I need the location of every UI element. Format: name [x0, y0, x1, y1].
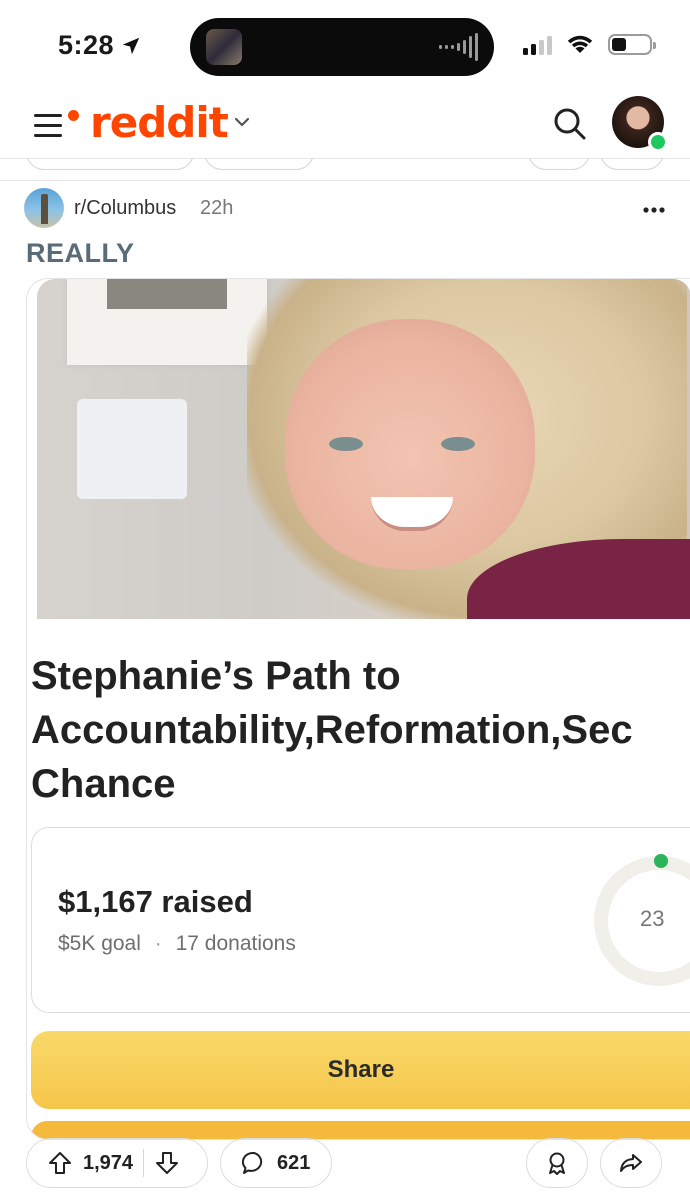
post-header: r/Columbus 22h [24, 186, 666, 230]
more-options-icon[interactable] [642, 190, 666, 221]
progress-percent: 23 [640, 906, 665, 931]
status-bar: 5:28 [0, 0, 690, 90]
goal-and-donations: $5K goal · 17 donations [58, 932, 296, 955]
previous-post-actions [0, 158, 690, 181]
award-button[interactable] [526, 1138, 588, 1188]
audio-waveform-icon [439, 32, 478, 62]
reddit-logo[interactable]: reddit [90, 98, 229, 147]
cellular-signal-icon [523, 35, 552, 55]
battery-icon [608, 34, 656, 55]
share-arrow-icon [618, 1150, 644, 1176]
status-indicators [523, 34, 656, 55]
subreddit-name[interactable]: r/Columbus [74, 197, 176, 220]
comment-count: 621 [277, 1151, 311, 1174]
post-action-bar: 1,974 621 [0, 1138, 690, 1190]
post-age: 22h [200, 197, 234, 219]
upvote-icon[interactable] [47, 1150, 73, 1176]
now-playing-artwork [206, 29, 242, 65]
app-header: reddit [0, 90, 690, 159]
notification-dot [68, 110, 79, 121]
comments-button[interactable]: 621 [220, 1138, 332, 1188]
award-icon [544, 1150, 570, 1176]
status-time: 5:28 [58, 30, 142, 61]
share-post-button[interactable] [600, 1138, 662, 1188]
feed-switcher-chevron-icon[interactable] [234, 112, 250, 133]
progress-ring-indicator [654, 854, 668, 868]
post-title[interactable]: REALLY [26, 238, 135, 269]
comment-icon [241, 1150, 267, 1176]
downvote-icon[interactable] [154, 1150, 180, 1176]
fundraiser-photo [37, 279, 690, 619]
location-arrow-icon [122, 37, 140, 54]
fundraiser-title: Stephanie’s Path to Accountability,Refor… [31, 654, 633, 806]
search-icon[interactable] [552, 106, 588, 142]
upvote-count: 1,974 [83, 1151, 134, 1174]
fundraiser-progress-panel: $1,167 raised $5K goal · 17 donations 23 [31, 827, 690, 1013]
online-status-dot [648, 132, 668, 152]
subreddit-icon[interactable] [24, 188, 64, 228]
share-button[interactable]: Share [31, 1031, 690, 1109]
dynamic-island[interactable] [190, 18, 494, 76]
wifi-icon [567, 35, 593, 53]
vote-pill: 1,974 [26, 1138, 208, 1188]
amount-raised: $1,167 raised [58, 884, 253, 919]
link-preview-card[interactable]: Stephanie’s Path to Accountability,Refor… [26, 278, 690, 1140]
menu-button[interactable] [34, 110, 79, 140]
